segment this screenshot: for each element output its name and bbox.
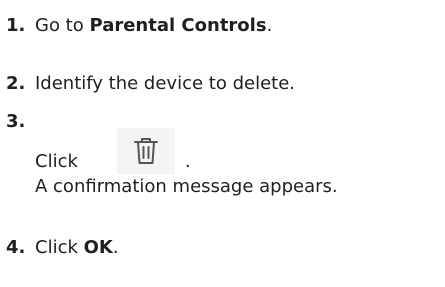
- step-ui-term: Parental Controls: [89, 15, 267, 36]
- step-3-click-line: Click.: [35, 150, 191, 174]
- step-2: 2. Identify the device to delete.: [6, 72, 295, 96]
- step-3: 3.: [6, 110, 35, 134]
- step-result-text: A confirmation message appears.: [35, 176, 338, 197]
- step-number: 2.: [6, 73, 26, 94]
- step-number: 4.: [6, 237, 26, 258]
- step-punctuation: .: [266, 15, 273, 36]
- step-punctuation: .: [184, 151, 191, 172]
- step-1: 1. Go to Parental Controls.: [6, 14, 272, 38]
- step-punctuation: .: [112, 237, 119, 258]
- instruction-steps: 1. Go to Parental Controls. 2. Identify th…: [0, 0, 445, 287]
- step-text: Click: [35, 237, 84, 258]
- step-text: Go to: [35, 15, 90, 36]
- step-number: 3.: [6, 111, 26, 132]
- step-text: Click: [35, 151, 78, 172]
- step-ui-term: OK: [83, 237, 113, 258]
- step-3-result: A confirmation message appears.: [35, 175, 338, 199]
- step-number: 1.: [6, 15, 26, 36]
- step-text: Identify the device to delete.: [35, 73, 295, 94]
- step-4: 4. Click OK.: [6, 236, 119, 260]
